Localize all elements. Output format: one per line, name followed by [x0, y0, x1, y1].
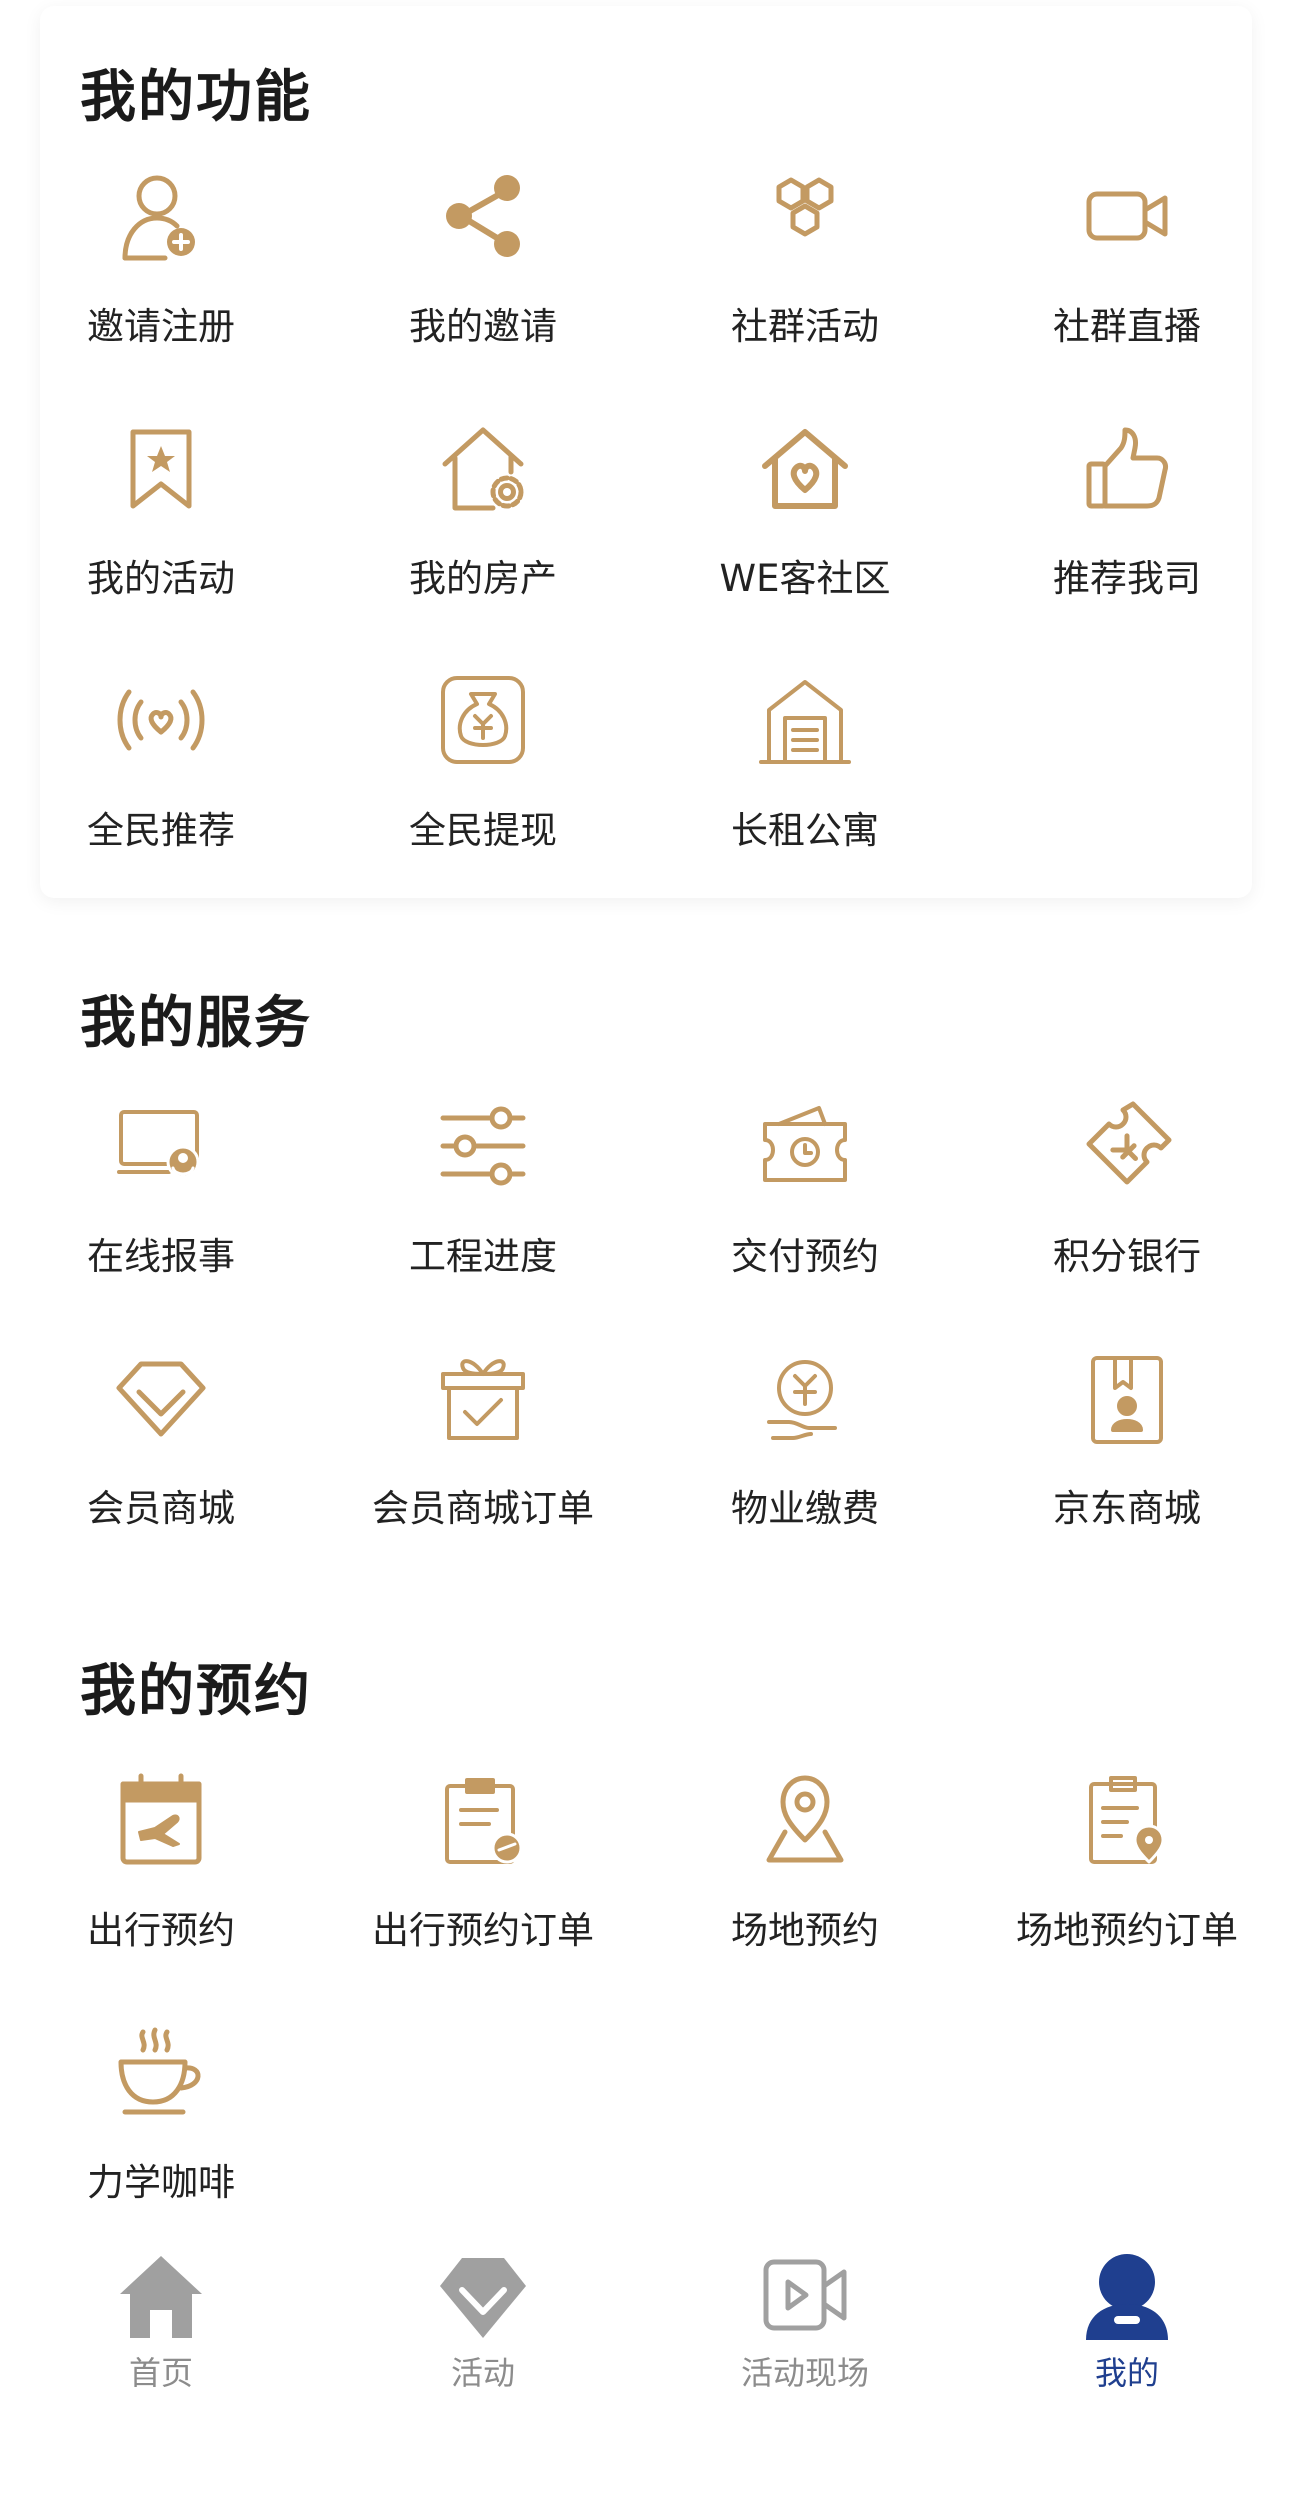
clipboard-plane-icon	[437, 1770, 529, 1870]
appointment-item-label: 场地预约	[731, 1909, 879, 1952]
money-bag-icon	[437, 670, 529, 770]
tab-label: 首页	[128, 2354, 193, 2392]
service-item-label: 积分银行	[1053, 1235, 1201, 1278]
hexagons-icon	[759, 166, 851, 266]
monitor-service-icon	[115, 1096, 207, 1196]
user-icon	[1086, 2254, 1168, 2340]
functions-section-title: 我的功能	[80, 65, 312, 130]
appointment-item-label: 力学咖啡	[87, 2161, 235, 2204]
appointment-item-label: 场地预约订单	[1016, 1909, 1238, 1952]
appointments-section-title: 我的预约	[80, 1659, 312, 1724]
apartment-icon	[759, 670, 851, 770]
function-item-universal-referral[interactable]: 全民推荐	[0, 670, 322, 870]
service-item-label: 物业缴费	[731, 1487, 879, 1530]
video-play-icon	[763, 2259, 847, 2331]
ticket-clock-icon	[759, 1096, 851, 1196]
service-item-online-report[interactable]: 在线报事	[0, 1096, 322, 1296]
video-camera-icon	[1081, 166, 1173, 266]
house-gear-icon	[437, 418, 529, 518]
share-icon	[437, 166, 529, 266]
function-item-my-invites[interactable]: 我的邀请	[322, 166, 644, 366]
service-item-label: 会员商城	[87, 1487, 235, 1530]
function-item-invite-register[interactable]: 邀请注册	[0, 166, 322, 366]
function-item-label: 社群直播	[1053, 305, 1201, 348]
function-item-community-live[interactable]: 社群直播	[966, 166, 1288, 366]
hand-coin-icon	[759, 1348, 851, 1448]
tab-label: 活动现场	[740, 2354, 869, 2392]
home-icon	[120, 2256, 202, 2338]
function-item-label: 邀请注册	[87, 305, 235, 348]
function-item-label: 我的邀请	[409, 305, 557, 348]
function-item-label: 全民推荐	[87, 809, 235, 852]
page: 我的功能 邀请注册 我的邀请 社群活动 社群直播 我的活动 我的房产 WE客社区…	[0, 0, 1290, 2504]
thumbs-up-icon	[1081, 418, 1173, 518]
service-item-member-mall-orders[interactable]: 会员商城订单	[322, 1348, 644, 1548]
appointment-item-label: 出行预约	[87, 1909, 235, 1952]
function-item-label: WE客社区	[719, 557, 891, 600]
bottom-tab-bar: 首页 活动 活动现场 我的	[0, 2240, 1290, 2400]
gift-check-icon	[437, 1348, 529, 1448]
tab-activity[interactable]: 活动	[322, 2240, 644, 2400]
appointment-item-coffee[interactable]: 力学咖啡	[0, 2022, 322, 2222]
sliders-icon	[437, 1096, 529, 1196]
clipboard-pin-icon	[1081, 1770, 1173, 1870]
function-item-label: 推荐我司	[1053, 557, 1201, 600]
service-item-delivery-appointment[interactable]: 交付预约	[644, 1096, 966, 1296]
service-item-label: 工程进度	[409, 1235, 557, 1278]
appointment-item-venue-orders[interactable]: 场地预约订单	[966, 1770, 1288, 1970]
appointment-item-travel[interactable]: 出行预约	[0, 1770, 322, 1970]
service-item-property-payment[interactable]: 物业缴费	[644, 1348, 966, 1548]
function-item-label: 长租公寓	[731, 809, 879, 852]
service-item-label: 京东商城	[1053, 1487, 1201, 1530]
bookmark-star-icon	[115, 418, 207, 518]
house-heart-icon	[759, 418, 851, 518]
appointment-item-venue[interactable]: 场地预约	[644, 1770, 966, 1970]
map-pin-icon	[759, 1770, 851, 1870]
function-item-long-term-apartment[interactable]: 长租公寓	[644, 670, 966, 870]
services-section-title: 我的服务	[80, 991, 312, 1056]
calendar-plane-icon	[115, 1770, 207, 1870]
service-item-label: 交付预约	[731, 1235, 879, 1278]
service-item-project-progress[interactable]: 工程进度	[322, 1096, 644, 1296]
diamond-badge-icon	[440, 2258, 526, 2338]
function-item-my-property[interactable]: 我的房产	[322, 418, 644, 618]
diamond-icon	[115, 1348, 207, 1448]
appointment-item-travel-orders[interactable]: 出行预约订单	[322, 1770, 644, 1970]
function-item-label: 我的活动	[87, 557, 235, 600]
tab-home[interactable]: 首页	[0, 2240, 322, 2400]
tab-label: 活动	[450, 2354, 515, 2392]
function-item-label: 我的房产	[409, 557, 557, 600]
appointment-item-label: 出行预约订单	[372, 1909, 594, 1952]
user-add-icon	[115, 166, 207, 266]
broadcast-heart-icon	[115, 670, 207, 770]
function-item-universal-withdraw[interactable]: 全民提现	[322, 670, 644, 870]
tab-live-scene[interactable]: 活动现场	[644, 2240, 966, 2400]
coupon-yen-icon	[1081, 1096, 1173, 1196]
service-item-points-bank[interactable]: 积分银行	[966, 1096, 1288, 1296]
function-item-we-community[interactable]: WE客社区	[644, 418, 966, 618]
coffee-cup-icon	[115, 2022, 207, 2122]
function-item-label: 社群活动	[731, 305, 879, 348]
function-item-recommend-us[interactable]: 推荐我司	[966, 418, 1288, 618]
service-item-member-mall[interactable]: 会员商城	[0, 1348, 322, 1548]
function-item-community-activity[interactable]: 社群活动	[644, 166, 966, 366]
id-card-icon	[1081, 1348, 1173, 1448]
function-item-label: 全民提现	[409, 809, 557, 852]
service-item-label: 会员商城订单	[372, 1487, 594, 1530]
service-item-label: 在线报事	[87, 1235, 235, 1278]
service-item-jd-mall[interactable]: 京东商城	[966, 1348, 1288, 1548]
tab-mine[interactable]: 我的	[966, 2240, 1288, 2400]
tab-label: 我的	[1094, 2354, 1159, 2392]
function-item-my-activity[interactable]: 我的活动	[0, 418, 322, 618]
